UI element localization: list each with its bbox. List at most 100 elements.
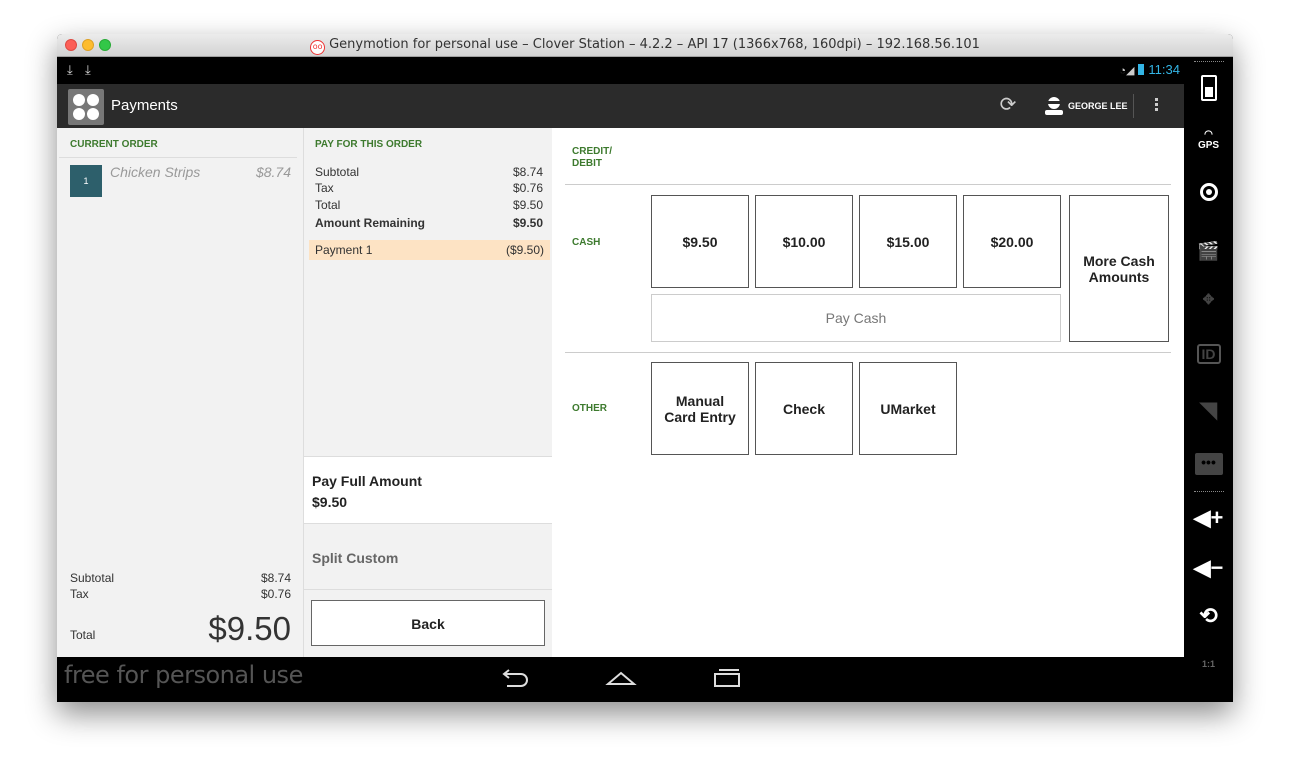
- total-label: Total: [70, 628, 96, 642]
- subtotal-value: $8.74: [260, 571, 291, 585]
- payment-value: ($9.50): [505, 243, 544, 257]
- summary-row: Subtotal $8.74: [315, 165, 543, 179]
- clover-logo-icon[interactable]: [68, 89, 104, 125]
- tax-row: Tax $0.76: [70, 587, 291, 601]
- status-bar: ⤓ ⤓ ◔◢ 11:34: [57, 57, 1184, 84]
- pay-order-heading: PAY FOR THIS ORDER: [315, 139, 423, 150]
- battery-control-icon[interactable]: [1184, 75, 1233, 106]
- rotate-icon[interactable]: ⟲: [1184, 603, 1233, 629]
- manual-card-entry-button[interactable]: Manual Card Entry: [651, 362, 749, 455]
- row-label: Subtotal: [315, 165, 360, 179]
- volume-up-icon[interactable]: ◀+: [1184, 505, 1233, 531]
- dpad-icon[interactable]: ✥: [1184, 291, 1233, 308]
- navigation-bar: free for personal use: [57, 657, 1184, 702]
- pay-cash-button[interactable]: Pay Cash: [651, 294, 1061, 342]
- battery-icon: [1138, 64, 1145, 75]
- window-title-text: Genymotion for personal use – Clover Sta…: [329, 37, 980, 52]
- volume-down-icon[interactable]: ◀−: [1184, 555, 1233, 581]
- divider: [565, 184, 1171, 185]
- umarket-button[interactable]: UMarket: [859, 362, 957, 455]
- row-value: $9.50: [512, 198, 543, 212]
- row-value: $9.50: [512, 216, 543, 230]
- divider: [1194, 61, 1224, 66]
- row-value: $8.74: [512, 165, 543, 179]
- device-id-label: ID: [1196, 344, 1221, 364]
- network-icon[interactable]: ◥: [1184, 397, 1233, 423]
- divider: [1194, 491, 1224, 496]
- item-name: Chicken Strips: [110, 164, 201, 180]
- cash-amount-button[interactable]: $15.00: [859, 195, 957, 288]
- manual-card-line-1: Manual: [675, 392, 725, 409]
- watermark-text: free for personal use: [64, 661, 303, 689]
- more-cash-amounts-button[interactable]: More Cash Amounts: [1069, 195, 1169, 342]
- check-button[interactable]: Check: [755, 362, 853, 455]
- subtotal-label: Subtotal: [70, 571, 115, 585]
- cash-label: CASH: [572, 237, 601, 248]
- emulator-sidebar: ◠ GPS 🎬 ✥ ID ◥ ••• ◀+ ◀− ⟲ 1:1: [1184, 57, 1233, 702]
- download-icon: ⤓: [67, 62, 73, 77]
- divider: [59, 157, 297, 158]
- user-name[interactable]: GEORGE LEE: [1068, 101, 1128, 111]
- tax-label: Tax: [70, 587, 89, 601]
- manual-card-line-2: Card Entry: [664, 408, 736, 425]
- sync-icon[interactable]: ⟳: [997, 94, 1019, 116]
- summary-row: Total $9.50: [315, 198, 543, 212]
- current-order-heading: CURRENT ORDER: [70, 139, 158, 150]
- amount-remaining-row: Amount Remaining $9.50: [315, 216, 543, 230]
- other-label: OTHER: [572, 403, 607, 414]
- payment-label: Payment 1: [315, 243, 373, 257]
- webcam-icon[interactable]: [1184, 183, 1233, 206]
- android-screen: ⤓ ⤓ ◔◢ 11:34 Payments ⟳ GEORGE LEE CURRE…: [57, 57, 1184, 702]
- cash-amount-button[interactable]: $10.00: [755, 195, 853, 288]
- item-quantity-badge: 1: [70, 165, 102, 197]
- gps-icon[interactable]: ◠ GPS: [1184, 129, 1233, 151]
- genymotion-logo-icon: oo: [310, 40, 326, 55]
- recent-apps-nav-icon[interactable]: [711, 665, 743, 691]
- cash-amount-button[interactable]: $9.50: [651, 195, 749, 288]
- summary-row: Tax $0.76: [315, 181, 543, 195]
- home-nav-icon[interactable]: [605, 665, 637, 691]
- back-button[interactable]: Back: [311, 600, 545, 646]
- split-custom-button[interactable]: Split Custom: [312, 550, 398, 566]
- divider: [1133, 94, 1134, 118]
- row-value: $0.76: [512, 181, 543, 195]
- page-title: Payments: [111, 97, 178, 114]
- device-id-icon[interactable]: ID: [1184, 343, 1233, 364]
- row-label: Total: [315, 198, 341, 212]
- current-order-panel: CURRENT ORDER 1 Chicken Strips $8.74 Sub…: [57, 128, 304, 657]
- action-bar: Payments ⟳ GEORGE LEE: [57, 84, 1184, 128]
- more-cash-line-1: More Cash: [1083, 252, 1155, 269]
- row-label: Tax: [315, 181, 334, 195]
- credit-label-line-2: DEBIT: [572, 158, 602, 169]
- total-value: $9.50: [208, 610, 291, 647]
- gps-label: GPS: [1197, 140, 1220, 151]
- credit-debit-label[interactable]: CREDIT/ DEBIT: [572, 146, 612, 170]
- subtotal-row: Subtotal $8.74: [70, 571, 291, 585]
- more-cash-line-2: Amounts: [1088, 268, 1150, 285]
- tender-panel: CREDIT/ DEBIT CASH $9.50 $10.00 $15.00 $…: [552, 128, 1184, 657]
- pay-order-panel: PAY FOR THIS ORDER Subtotal $8.74 Tax $0…: [304, 128, 552, 657]
- overflow-menu-icon[interactable]: [1153, 96, 1159, 116]
- pixel-perfect-icon[interactable]: 1:1: [1184, 659, 1233, 669]
- tax-value: $0.76: [260, 587, 291, 601]
- status-right: ◔◢ 11:34: [1119, 62, 1180, 77]
- cash-amount-button[interactable]: $20.00: [963, 195, 1061, 288]
- divider: [304, 589, 552, 590]
- back-nav-icon[interactable]: [499, 665, 531, 691]
- pay-full-amount: $9.50: [312, 494, 348, 510]
- pay-full-label: Pay Full Amount: [312, 473, 422, 489]
- clock: 11:34: [1148, 62, 1180, 77]
- sms-icon[interactable]: •••: [1184, 451, 1233, 475]
- emulator-window: oo Genymotion for personal use – Clover S…: [57, 34, 1233, 702]
- pay-full-amount-button[interactable]: Pay Full Amount $9.50: [304, 456, 552, 524]
- payment-row[interactable]: Payment 1 ($9.50): [309, 240, 550, 260]
- screencast-icon[interactable]: 🎬: [1184, 241, 1233, 262]
- item-price: $8.74: [255, 164, 291, 180]
- user-icon[interactable]: [1043, 96, 1065, 116]
- divider: [565, 352, 1171, 353]
- credit-label-line-1: CREDIT/: [572, 146, 612, 157]
- window-titlebar: oo Genymotion for personal use – Clover S…: [57, 34, 1233, 57]
- wifi-signal-icon: ◔◢: [1119, 65, 1135, 77]
- row-label: Amount Remaining: [315, 216, 425, 230]
- window-title: oo Genymotion for personal use – Clover S…: [57, 37, 1233, 55]
